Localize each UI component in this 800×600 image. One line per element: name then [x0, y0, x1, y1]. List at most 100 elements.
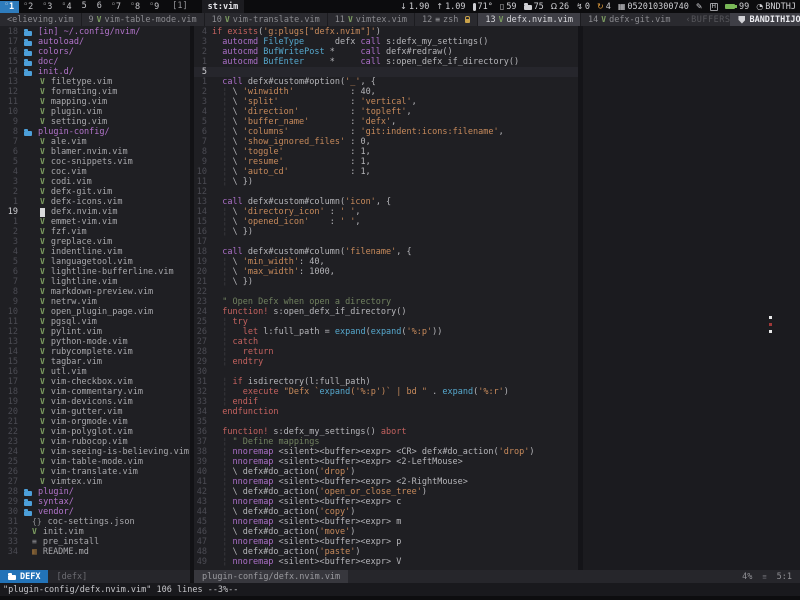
tree-item-syntax-[interactable]: 29syntax/: [0, 497, 190, 507]
vim-command-line[interactable]: "plugin-config/defx.nvim.vim" 106 lines …: [0, 583, 800, 596]
tree-item-autoload-[interactable]: 17autoload/: [0, 37, 190, 47]
code-line[interactable]: 2 autocmd BufWritePost * call defx#redra…: [194, 47, 800, 57]
tree-item-lightline-bufferline.vim[interactable]: 6Vlightline-bufferline.vim: [0, 267, 190, 277]
code-line[interactable]: 35: [194, 417, 800, 427]
code-line[interactable]: 7 ¦ \ 'show_ignored_files' : 0,: [194, 137, 800, 147]
tree-item-plugin-[interactable]: 28plugin/: [0, 487, 190, 497]
tree-item-init.d-[interactable]: 14init.d/: [0, 67, 190, 77]
code-line[interactable]: 44 ¦ \ defx#do_action('copy'): [194, 507, 800, 517]
code-line[interactable]: 18 call defx#custom#column('filename', {: [194, 247, 800, 257]
code-line[interactable]: 47 ¦ nnoremap <silent><buffer><expr> p: [194, 537, 800, 547]
tree-item-coc-snippets.vim[interactable]: 5Vcoc-snippets.vim: [0, 157, 190, 167]
code-line[interactable]: 45 ¦ nnoremap <silent><buffer><expr> m: [194, 517, 800, 527]
tree-item-netrw.vim[interactable]: 9Vnetrw.vim: [0, 297, 190, 307]
tree-item-vim-orgmode.vim[interactable]: 21Vvim-orgmode.vim: [0, 417, 190, 427]
code-line[interactable]: 27 ¦ catch: [194, 337, 800, 347]
code-line[interactable]: 29 ¦ endtry: [194, 357, 800, 367]
code-line[interactable]: 3 ¦ \ 'split' : 'vertical',: [194, 97, 800, 107]
tree-item-coc.vim[interactable]: 4Vcoc.vim: [0, 167, 190, 177]
code-editor-pane[interactable]: 4if exists('g:plugs["defx.nvim"]')3 auto…: [194, 26, 800, 570]
code-line[interactable]: 48 ¦ \ defx#do_action('paste'): [194, 547, 800, 557]
code-line[interactable]: 5 ¦ \ 'buffer_name' : 'defx',: [194, 117, 800, 127]
tree-item-emmet-vim.vim[interactable]: 1Vemmet-vim.vim: [0, 217, 190, 227]
tmux-window-3[interactable]: ▫3: [38, 1, 57, 14]
tree-item-defx.nvim.vim[interactable]: 19defx.nvim.vim: [0, 207, 190, 217]
code-line[interactable]: 12: [194, 187, 800, 197]
code-line[interactable]: 5: [194, 67, 800, 77]
tree-item-vim-devicons.vim[interactable]: 19Vvim-devicons.vim: [0, 397, 190, 407]
tree-item-python-mode.vim[interactable]: 13Vpython-mode.vim: [0, 337, 190, 347]
tree-item-README.md[interactable]: 34▥README.md: [0, 547, 190, 557]
tab-zsh[interactable]: 12≡zsh: [414, 13, 477, 26]
tree-item-plugin.vim[interactable]: 10Vplugin.vim: [0, 107, 190, 117]
code-line[interactable]: 8 ¦ \ 'toggle' : 1,: [194, 147, 800, 157]
tree-item-coc-settings.json[interactable]: 31{}coc-settings.json: [0, 517, 190, 527]
tree-item-greplace.vim[interactable]: 3Vgreplace.vim: [0, 237, 190, 247]
tab-defx.nvim.vim[interactable]: 13Vdefx.nvim.vim: [477, 13, 580, 26]
tree-item-init.vim[interactable]: 32Vinit.vim: [0, 527, 190, 537]
code-line[interactable]: 15 ¦ \ 'opened_icon' : ' ',: [194, 217, 800, 227]
tmux-window-9[interactable]: ▫9: [145, 1, 164, 14]
code-line[interactable]: 22: [194, 287, 800, 297]
code-line[interactable]: 49 ¦ nnoremap <silent><buffer><expr> V: [194, 557, 800, 567]
code-line[interactable]: 19 ¦ \ 'min_width': 40,: [194, 257, 800, 267]
code-line[interactable]: 33 ¦ endif: [194, 397, 800, 407]
code-line[interactable]: 30: [194, 367, 800, 377]
tmux-window-4[interactable]: ▫4: [57, 1, 76, 14]
code-line[interactable]: 40 ¦ \ defx#do_action('drop'): [194, 467, 800, 477]
tree-item-ale.vim[interactable]: 7Vale.vim: [0, 137, 190, 147]
code-line[interactable]: 34 endfunction: [194, 407, 800, 417]
code-line[interactable]: 25 ¦ try: [194, 317, 800, 327]
tree-item-defx-git.vim[interactable]: 2Vdefx-git.vim: [0, 187, 190, 197]
code-line[interactable]: 46 ¦ \ defx#do_action('move'): [194, 527, 800, 537]
tree-item-rubycomplete.vim[interactable]: 14Vrubycomplete.vim: [0, 347, 190, 357]
code-line[interactable]: 9 ¦ \ 'resume' : 1,: [194, 157, 800, 167]
code-line[interactable]: 20 ¦ \ 'max_width': 1000,: [194, 267, 800, 277]
tree-item-codi.vim[interactable]: 3Vcodi.vim: [0, 177, 190, 187]
code-line[interactable]: 32 ¦ execute "Defx `expand('%:p')` | bd …: [194, 387, 800, 397]
tree-item-lightline.vim[interactable]: 7Vlightline.vim: [0, 277, 190, 287]
tree-item-setting.vim[interactable]: 9Vsetting.vim: [0, 117, 190, 127]
code-line[interactable]: 16 ¦ \ }): [194, 227, 800, 237]
code-line[interactable]: 37 ¦ " Define mappings: [194, 437, 800, 447]
tree-item-vim-gutter.vim[interactable]: 20Vvim-gutter.vim: [0, 407, 190, 417]
tmux-window-7[interactable]: ▫7: [107, 1, 126, 14]
tree-item-markdown-preview.vim[interactable]: 8Vmarkdown-preview.vim: [0, 287, 190, 297]
tree-item-colors-[interactable]: 16colors/: [0, 47, 190, 57]
code-line[interactable]: 6 ¦ \ 'columns' : 'git:indent:icons:file…: [194, 127, 800, 137]
code-line[interactable]: 42 ¦ \ defx#do_action('open_or_close_tre…: [194, 487, 800, 497]
tree-item-defx-icons.vim[interactable]: 1Vdefx-icons.vim: [0, 197, 190, 207]
tree-item-open-plugin-page.vim[interactable]: 10Vopen_plugin_page.vim: [0, 307, 190, 317]
code-line[interactable]: 1 call defx#custom#option('_', {: [194, 77, 800, 87]
code-line[interactable]: 23 " Open Defx when open a directory: [194, 297, 800, 307]
code-line[interactable]: 21 ¦ \ }): [194, 277, 800, 287]
code-line[interactable]: 2 ¦ \ 'winwidth' : 40,: [194, 87, 800, 97]
tree-item-utl.vim[interactable]: 16Vutl.vim: [0, 367, 190, 377]
tree-item-fzf.vim[interactable]: 2Vfzf.vim: [0, 227, 190, 237]
tmux-window-8[interactable]: ▫8: [126, 1, 145, 14]
tree-item-pre-install[interactable]: 33≡pre_install: [0, 537, 190, 547]
tree-item-vim-seeing-is-believing.vim[interactable]: 24Vvim-seeing-is-believing.vim: [0, 447, 190, 457]
code-line[interactable]: 39 ¦ nnoremap <silent><buffer><expr> <2-…: [194, 457, 800, 467]
tree-item-vim-polyglot.vim[interactable]: 22Vvim-polyglot.vim: [0, 427, 190, 437]
code-line[interactable]: 41 ¦ nnoremap <silent><buffer><expr> <2-…: [194, 477, 800, 487]
tree-item-formating.vim[interactable]: 12Vformating.vim: [0, 87, 190, 97]
code-line[interactable]: 10 ¦ \ 'auto_cd' : 1,: [194, 167, 800, 177]
tree-item-pylint.vim[interactable]: 12Vpylint.vim: [0, 327, 190, 337]
tree-item-doc-[interactable]: 15doc/: [0, 57, 190, 67]
code-line[interactable]: 3 autocmd FileType defx call s:defx_my_s…: [194, 37, 800, 47]
code-line[interactable]: 28 ¦ return: [194, 347, 800, 357]
tree-item-tagbar.vim[interactable]: 15Vtagbar.vim: [0, 357, 190, 367]
tab-vim-translate.vim[interactable]: 10Vvim-translate.vim: [204, 13, 327, 26]
tree-item-filetype.vim[interactable]: 13Vfiletype.vim: [0, 77, 190, 87]
tree-item-vimtex.vim[interactable]: 27Vvimtex.vim: [0, 477, 190, 487]
tab-vim-table-mode.vim[interactable]: 9Vvim-table-mode.vim: [81, 13, 204, 26]
code-line[interactable]: 4 ¦ \ 'direction' : 'topleft',: [194, 107, 800, 117]
tree-item--in-.config-nvim-[interactable]: 18[in] ~/.config/nvim/: [0, 27, 190, 37]
tree-item-mapping.vim[interactable]: 11Vmapping.vim: [0, 97, 190, 107]
tmux-window-1[interactable]: ▫1: [0, 1, 19, 14]
code-line[interactable]: 4if exists('g:plugs["defx.nvim"]'): [194, 27, 800, 37]
tree-item-pgsql.vim[interactable]: 11Vpgsql.vim: [0, 317, 190, 327]
tree-item-vendor-[interactable]: 30vendor/: [0, 507, 190, 517]
tab-defx-git.vim[interactable]: 14Vdefx-git.vim: [580, 13, 678, 26]
